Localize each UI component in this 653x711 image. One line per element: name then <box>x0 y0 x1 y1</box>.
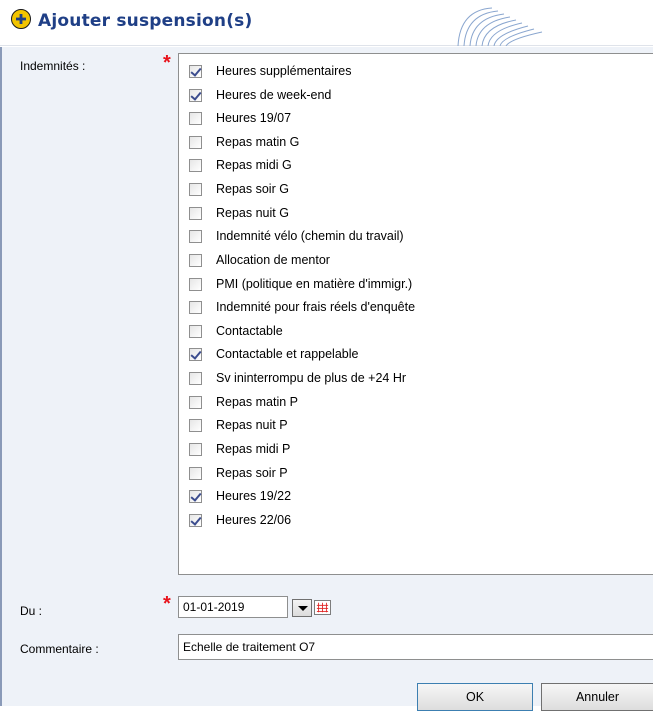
checkbox[interactable] <box>189 442 202 456</box>
checkbox[interactable] <box>189 300 202 314</box>
checkbox[interactable] <box>189 229 202 243</box>
required-indicator: * <box>163 52 171 74</box>
list-item[interactable]: Heures 19/22 <box>189 486 291 506</box>
list-item[interactable]: Repas midi G <box>189 155 292 175</box>
checkbox[interactable] <box>189 88 202 102</box>
checkbox[interactable] <box>189 395 202 409</box>
window-title: Ajouter suspension(s) <box>38 11 253 31</box>
calendar-icon[interactable] <box>314 600 331 615</box>
checkbox[interactable] <box>189 347 202 361</box>
checkbox[interactable] <box>189 206 202 220</box>
required-indicator: * <box>163 593 171 615</box>
checkbox-label: Heures 19/22 <box>216 489 292 503</box>
checkbox[interactable] <box>189 182 202 196</box>
list-item[interactable]: Repas nuit P <box>189 415 288 435</box>
checkbox-label: Repas soir P <box>216 466 288 480</box>
checkbox-label: Repas nuit G <box>216 206 289 220</box>
checkbox[interactable] <box>189 253 202 267</box>
checkbox-label: Allocation de mentor <box>216 253 330 267</box>
list-item[interactable]: Contactable et rappelable <box>189 344 358 364</box>
checkbox-label: Repas soir G <box>216 182 289 196</box>
list-item[interactable]: Repas matin G <box>189 132 299 152</box>
checkbox-label: PMI (politique en matière d'immigr.) <box>216 277 413 291</box>
checkbox[interactable] <box>189 489 202 503</box>
checkbox[interactable] <box>189 466 202 480</box>
checkbox-label: Repas nuit P <box>216 418 288 432</box>
list-item[interactable]: Repas nuit G <box>189 203 289 223</box>
checkbox[interactable] <box>189 64 202 78</box>
checkbox[interactable] <box>189 277 202 291</box>
cancel-button[interactable]: Annuler <box>541 683 653 711</box>
chevron-down-icon[interactable] <box>292 599 312 617</box>
checkbox-label: Contactable <box>216 324 283 338</box>
commentaire-input[interactable]: Echelle de traitement O7 <box>178 634 653 660</box>
checkbox-label: Indemnité vélo (chemin du travail) <box>216 229 404 243</box>
du-label: Du : <box>20 604 43 618</box>
checkbox[interactable] <box>189 135 202 149</box>
checkbox-label: Heures de week-end <box>216 88 332 102</box>
window-border <box>0 47 2 706</box>
indemnites-label: Indemnités : <box>20 59 86 73</box>
list-item[interactable]: PMI (politique en matière d'immigr.) <box>189 274 412 294</box>
list-item[interactable]: Repas midi P <box>189 439 290 459</box>
checkbox-label: Repas midi G <box>216 158 292 172</box>
list-item[interactable]: Repas matin P <box>189 392 298 412</box>
list-item[interactable]: Indemnité pour frais réels d'enquête <box>189 297 415 317</box>
list-item[interactable]: Heures 19/07 <box>189 108 291 128</box>
checkbox-label: Heures 19/07 <box>216 111 292 125</box>
checkbox-label: Heures 22/06 <box>216 513 292 527</box>
date-field[interactable]: 01-01-2019 <box>178 596 288 618</box>
indemnites-list[interactable]: Heures supplémentaires Heures de week-en… <box>178 53 653 575</box>
ok-button[interactable]: OK <box>417 683 533 711</box>
title-bar: Ajouter suspension(s) <box>0 0 653 46</box>
checkbox[interactable] <box>189 418 202 432</box>
list-item[interactable]: Sv ininterrompu de plus de +24 Hr <box>189 368 406 388</box>
list-item[interactable]: Heures 22/06 <box>189 510 291 530</box>
list-item[interactable]: Heures de week-end <box>189 85 331 105</box>
list-item[interactable]: Allocation de mentor <box>189 250 330 270</box>
checkbox[interactable] <box>189 371 202 385</box>
checkbox-label: Indemnité pour frais réels d'enquête <box>216 300 416 314</box>
list-item[interactable]: Heures supplémentaires <box>189 61 352 81</box>
list-item[interactable]: Contactable <box>189 321 283 341</box>
checkbox-label: Heures supplémentaires <box>216 64 352 78</box>
commentaire-label: Commentaire : <box>20 642 99 656</box>
list-item[interactable]: Repas soir P <box>189 463 288 483</box>
title-decoration <box>457 7 543 46</box>
list-item[interactable]: Indemnité vélo (chemin du travail) <box>189 226 404 246</box>
checkbox[interactable] <box>189 111 202 125</box>
checkbox[interactable] <box>189 513 202 527</box>
checkbox-label: Repas matin P <box>216 395 298 409</box>
checkbox-label: Sv ininterrompu de plus de +24 Hr <box>216 371 407 385</box>
checkbox-label: Repas matin G <box>216 135 300 149</box>
checkbox[interactable] <box>189 158 202 172</box>
checkbox[interactable] <box>189 324 202 338</box>
checkbox-label: Contactable et rappelable <box>216 347 359 361</box>
checkbox-label: Repas midi P <box>216 442 291 456</box>
list-item[interactable]: Repas soir G <box>189 179 289 199</box>
app-logo-icon <box>11 9 31 29</box>
